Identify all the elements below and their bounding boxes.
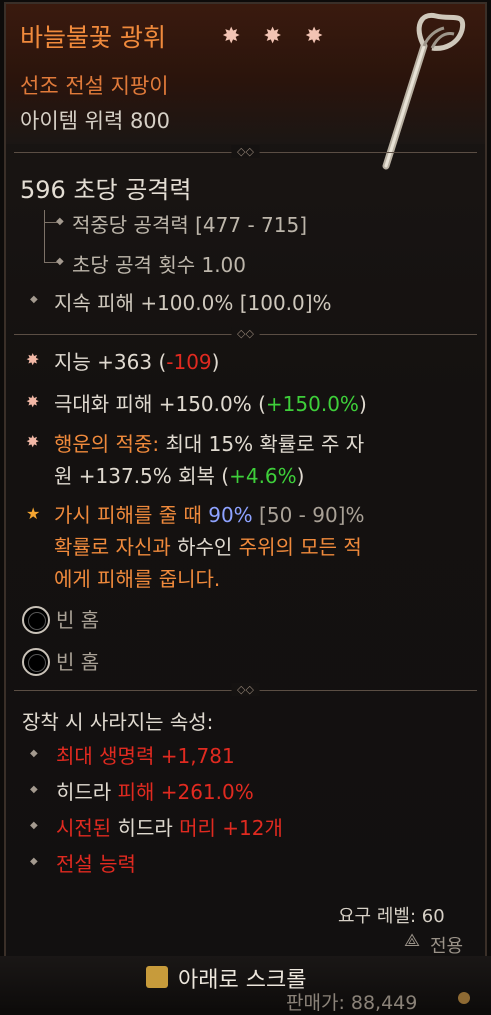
lost-affix-value: 피해 +261.0% [117, 780, 254, 804]
affix-crit-damage: 극대화 피해 +150.0% (+150.0%) [54, 388, 367, 417]
affix-lucky-hit: 행운의 적중: 최대 15% 확률로 주 자 [54, 428, 364, 457]
affix-star-icon: ✸ [26, 432, 40, 451]
legendary-power-line2: 확률로 자신과 하수인 주위의 모든 적 [54, 531, 362, 560]
affix-close: ) [296, 464, 305, 488]
damage-per-hit: 적중당 공격력 [477 - 715] [72, 213, 307, 237]
rarity-stars-icon: ✸ ✸ ✸ [222, 24, 332, 49]
divider: ◇◇ [14, 145, 477, 158]
bullet-icon: ◆ [56, 216, 64, 227]
affix-label: 원 +137.5% 회복 ( [54, 464, 230, 488]
divider-ornament-icon: ◇◇ [231, 683, 260, 696]
affix-intelligence: 지능 +363 (-109) [54, 346, 219, 375]
lost-affix-life: 최대 생명력 +1,781 [56, 744, 235, 768]
bullet-icon: ◆ [30, 748, 38, 759]
lost-on-equip-title: 장착 시 사라지는 속성: [22, 710, 214, 734]
legendary-keyword: 하수인 [177, 535, 233, 559]
affix-delta: +4.6% [229, 464, 297, 488]
lost-affix-text: 히드라 [111, 816, 180, 840]
empty-socket-icon [22, 606, 50, 634]
lost-affix-text: 시전된 [56, 816, 112, 840]
bullet-icon: ◆ [30, 784, 38, 795]
scroll-key-icon[interactable] [146, 966, 168, 988]
item-type: 선조 전설 지팡이 [20, 74, 169, 98]
socket-label: 빈 홈 [56, 650, 100, 674]
affix-close: ) [211, 350, 220, 374]
legendary-power-line3: 에게 피해를 줍니다. [54, 567, 221, 591]
bullet-icon: ◆ [56, 256, 64, 267]
legendary-text: 확률로 자신과 [54, 535, 178, 559]
affix-delta: -109 [166, 350, 212, 374]
scroll-down-hint[interactable]: 아래로 스크롤 [178, 962, 306, 994]
legendary-text: 주위의 모든 적 [232, 535, 362, 559]
dps-value: 596 초당 공격력 [20, 176, 192, 204]
divider: ◇◇ [14, 683, 477, 696]
lost-affix-hydra-heads: 시전된 히드라 머리 +12개 [56, 812, 283, 841]
lost-affix-value: 머리 +12개 [179, 816, 283, 840]
affix-label: 극대화 피해 +150.0% ( [54, 392, 266, 416]
affix-close: ) [358, 392, 367, 416]
item-name: 바늘불꽃 광휘 [20, 23, 166, 52]
affix-lucky-hit-line2: 원 +137.5% 회복 (+4.6%) [54, 460, 304, 489]
dot-damage: 지속 피해 +100.0% [100.0]% [54, 291, 332, 315]
required-level: 요구 레벨: 60 [338, 906, 445, 927]
legendary-star-icon: ★ [26, 504, 41, 523]
affix-star-icon: ✸ [26, 392, 40, 411]
affix-label: 최대 15% 확률로 주 자 [159, 432, 365, 456]
affix-label: 지능 +363 ( [54, 350, 167, 374]
class-requirement: 전용 [430, 936, 464, 957]
legendary-text: 가시 피해를 줄 때 [54, 503, 209, 527]
item-power: 아이템 위력 800 [20, 109, 171, 133]
bullet-icon: ◆ [30, 820, 38, 831]
legendary-range: [50 - 90]% [252, 503, 365, 527]
divider: ◇◇ [14, 327, 477, 340]
socket-label: 빈 홈 [56, 608, 100, 632]
gold-coin-icon [458, 992, 470, 1004]
affix-star-icon: ✸ [26, 350, 40, 369]
divider-ornament-icon: ◇◇ [231, 327, 260, 340]
lost-affix-hydra-damage: 히드라 피해 +261.0% [56, 776, 254, 805]
affix-label-prefix: 행운의 적중: [54, 432, 160, 456]
class-icon: ⟁ [404, 930, 421, 951]
affix-delta: +150.0% [265, 392, 359, 416]
lost-affix-legendary: 전설 능력 [56, 852, 136, 876]
legendary-value: 90% [208, 503, 253, 527]
divider-ornament-icon: ◇◇ [231, 145, 260, 158]
bullet-icon: ◆ [30, 856, 38, 867]
empty-socket-icon [22, 648, 50, 676]
legendary-power-line1: 가시 피해를 줄 때 90% [50 - 90]% [54, 499, 364, 528]
bullet-icon: ◆ [30, 294, 38, 305]
attack-speed: 초당 공격 횟수 1.00 [72, 253, 247, 277]
lost-affix-text: 히드라 [56, 780, 118, 804]
